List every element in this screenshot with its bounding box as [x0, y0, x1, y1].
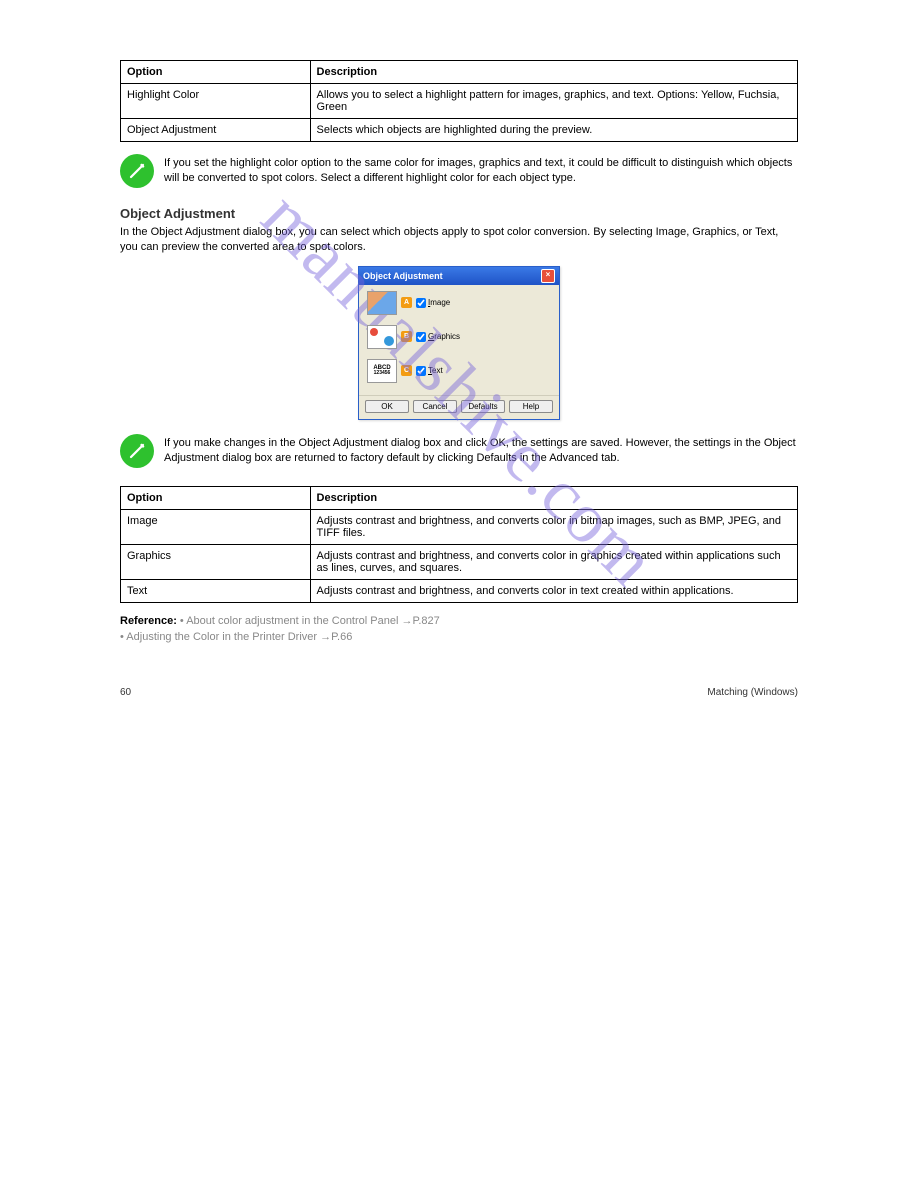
checkbox-label-rest: raphics [434, 332, 460, 341]
dialog-title-text: Object Adjustment [363, 271, 443, 281]
reference-line: • Adjusting the Color in the Printer Dri… [120, 631, 798, 643]
table-header: Description [310, 486, 797, 509]
table-row: Image Adjusts contrast and brightness, a… [121, 509, 798, 544]
dialog-row-text: ABCD123456 C Text [367, 359, 551, 383]
dialog-button-row: OK Cancel Defaults Help [359, 395, 559, 419]
checkbox-label-rest: mage [430, 298, 450, 307]
text-thumbnail-icon: ABCD123456 [367, 359, 397, 383]
cancel-button[interactable]: Cancel [413, 400, 457, 413]
note-icon [120, 434, 154, 468]
checkbox-label-rest: ext [432, 366, 443, 375]
image-thumbnail-icon [367, 291, 397, 315]
reference-line: Reference: • About color adjustment in t… [120, 615, 798, 627]
note-icon [120, 154, 154, 188]
dialog-row-graphics: B Graphics [367, 325, 551, 349]
reference-link[interactable]: • Adjusting the Color in the Printer Dri… [120, 631, 352, 643]
options-table-2: Option Description Image Adjusts contras… [120, 486, 798, 603]
badge-c: C [401, 365, 412, 376]
reference-link[interactable]: • About color adjustment in the Control … [180, 615, 440, 627]
table-cell: Adjusts contrast and brightness, and con… [310, 544, 797, 579]
table-row: Highlight Color Allows you to select a h… [121, 84, 798, 119]
checkbox-input[interactable] [416, 332, 426, 342]
badge-b: B [401, 331, 412, 342]
note-block: If you set the highlight color option to… [120, 154, 798, 188]
section-heading: Object Adjustment [120, 206, 798, 221]
table-row: Graphics Adjusts contrast and brightness… [121, 544, 798, 579]
ok-button[interactable]: OK [365, 400, 409, 413]
section-paragraph: In the Object Adjustment dialog box, you… [120, 225, 798, 256]
table-row: Object Adjustment Selects which objects … [121, 119, 798, 142]
note-text: If you set the highlight color option to… [164, 154, 798, 187]
table-cell: Selects which objects are highlighted du… [310, 119, 797, 142]
table-cell: Highlight Color [121, 84, 311, 119]
table-cell: Image [121, 509, 311, 544]
checkbox-image[interactable]: Image [416, 298, 450, 308]
table-cell: Text [121, 579, 311, 602]
table-row: Text Adjusts contrast and brightness, an… [121, 579, 798, 602]
note-text: If you make changes in the Object Adjust… [164, 434, 798, 467]
table-cell: Adjusts contrast and brightness, and con… [310, 579, 797, 602]
checkbox-text[interactable]: Text [416, 366, 443, 376]
object-adjustment-dialog: Object Adjustment × A Image B [358, 266, 560, 420]
reference-label: Reference: [120, 615, 177, 627]
page-number: 60 [120, 687, 131, 698]
checkbox-input[interactable] [416, 298, 426, 308]
dialog-titlebar: Object Adjustment × [359, 267, 559, 285]
defaults-button[interactable]: Defaults [461, 400, 505, 413]
badge-a: A [401, 297, 412, 308]
checkbox-input[interactable] [416, 366, 426, 376]
help-button[interactable]: Help [509, 400, 553, 413]
dialog-row-image: A Image [367, 291, 551, 315]
close-icon[interactable]: × [541, 269, 555, 283]
options-table-1: Option Description Highlight Color Allow… [120, 60, 798, 142]
table-cell: Graphics [121, 544, 311, 579]
table-cell: Adjusts contrast and brightness, and con… [310, 509, 797, 544]
note-block: If you make changes in the Object Adjust… [120, 434, 798, 468]
graphics-thumbnail-icon [367, 325, 397, 349]
table-cell: Allows you to select a highlight pattern… [310, 84, 797, 119]
table-cell: Object Adjustment [121, 119, 311, 142]
table-header: Description [310, 61, 797, 84]
table-header: Option [121, 486, 311, 509]
footer-title: Matching (Windows) [707, 687, 798, 698]
table-header: Option [121, 61, 311, 84]
checkbox-graphics[interactable]: Graphics [416, 332, 460, 342]
page-footer: 60 Matching (Windows) [120, 647, 798, 698]
